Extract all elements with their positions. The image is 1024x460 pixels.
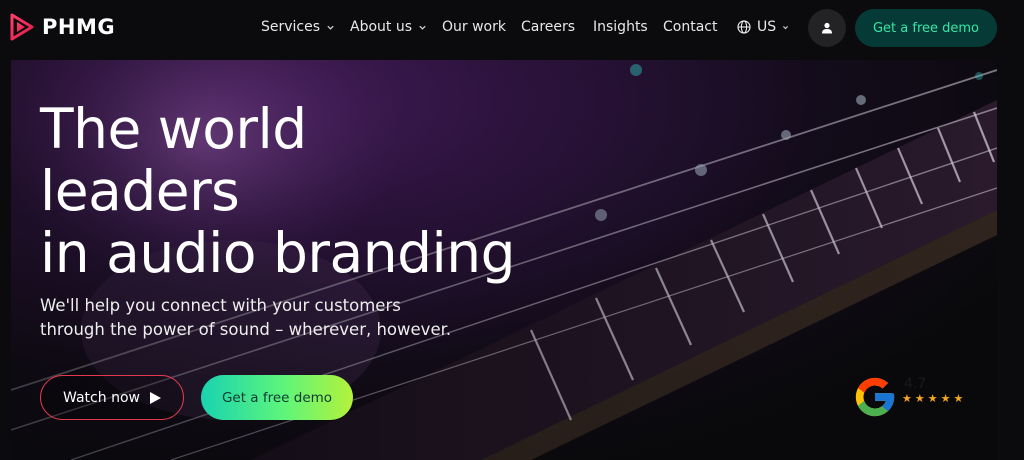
- chevron-down-icon: [419, 25, 426, 30]
- nav-item-careers[interactable]: Careers: [521, 19, 575, 35]
- nav-item-about-us[interactable]: About us: [350, 19, 427, 35]
- nav-item-services[interactable]: Services: [261, 19, 335, 35]
- nav-item-label: Contact: [663, 19, 718, 35]
- rating-value: 4.7: [904, 376, 927, 392]
- star-rating: ★★★★★: [902, 392, 967, 405]
- headline-line: The world: [40, 97, 307, 161]
- nav-demo-button[interactable]: Get a free demo: [855, 9, 997, 47]
- nav-item-label: Our work: [442, 19, 506, 35]
- hero-demo-button[interactable]: Get a free demo: [201, 375, 353, 420]
- chevron-down-icon: [327, 25, 334, 30]
- headline-line: in audio branding: [40, 221, 516, 285]
- hero-headline: The world leaders in audio branding: [40, 97, 516, 285]
- top-navigation: PHMG Services About us Our work Careers …: [0, 0, 1024, 56]
- hero-subtitle: We'll help you connect with your custome…: [40, 294, 451, 342]
- nav-item-label: Services: [261, 19, 321, 35]
- watch-now-button[interactable]: Watch now: [40, 375, 184, 420]
- subtitle-line: through the power of sound – wherever, h…: [40, 320, 452, 339]
- nav-item-contact[interactable]: Contact: [663, 19, 717, 35]
- nav-item-label: About us: [350, 19, 413, 35]
- google-g-icon: [855, 377, 895, 417]
- nav-item-our-work[interactable]: Our work: [442, 19, 506, 35]
- account-button[interactable]: [808, 9, 846, 47]
- headline-line: leaders: [40, 159, 240, 223]
- chevron-down-icon: [783, 25, 789, 29]
- hero-section: The world leaders in audio branding We'l…: [11, 60, 997, 460]
- google-rating[interactable]: 4.7 ★★★★★: [852, 374, 982, 422]
- subtitle-line: We'll help you connect with your custome…: [40, 296, 401, 315]
- nav-item-label: Careers: [521, 19, 576, 35]
- brand-name: PHMG: [42, 15, 116, 39]
- region-label: US: [757, 19, 777, 35]
- phmg-logo-icon: [10, 13, 34, 41]
- region-selector[interactable]: US: [737, 19, 789, 35]
- play-icon: [149, 391, 161, 404]
- nav-item-label: Insights: [593, 19, 648, 35]
- user-icon: [822, 22, 832, 34]
- watch-now-label: Watch now: [63, 389, 140, 406]
- globe-icon: [737, 20, 751, 34]
- nav-item-insights[interactable]: Insights: [593, 19, 648, 35]
- brand-logo[interactable]: PHMG: [10, 13, 115, 41]
